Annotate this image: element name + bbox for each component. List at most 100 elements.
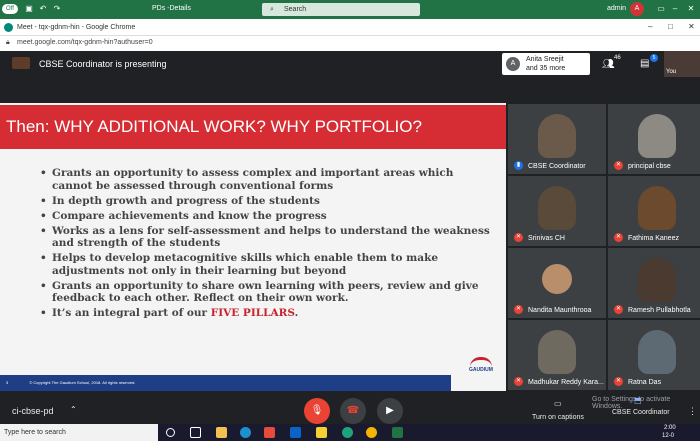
address-bar[interactable]: 🔒︎ meet.google.com/tqx-gdnm-hin?authuser… bbox=[0, 36, 700, 51]
autosave-toggle[interactable]: Off bbox=[2, 4, 18, 14]
mic-off-icon: ✕ bbox=[614, 233, 623, 242]
slide-bullets: Grants an opportunity to assess complex … bbox=[40, 167, 490, 322]
slide-footer: 3 © Copyright The Gaudium School, 2018. … bbox=[0, 375, 451, 391]
list-item: Grants an opportunity to assess complex … bbox=[40, 167, 490, 192]
five-pillars-highlight: FIVE PILLARS bbox=[210, 307, 295, 319]
chevron-up-icon[interactable]: ⌃ bbox=[70, 405, 77, 414]
url-text[interactable]: meet.google.com/tqx-gdnm-hin?authuser=0 bbox=[17, 39, 153, 46]
list-item: In depth growth and progress of the stud… bbox=[40, 195, 490, 208]
participant-name: Nandita Maunthrooa bbox=[528, 307, 592, 314]
list-item: Compare achievements and know the progre… bbox=[40, 210, 490, 223]
edge-icon[interactable] bbox=[240, 427, 251, 438]
windows-taskbar: Type here to search 2:00 12-0 bbox=[0, 424, 700, 441]
leave-call-button[interactable]: ☎︎ bbox=[340, 398, 366, 424]
file-explorer-icon[interactable] bbox=[216, 427, 227, 438]
activate-windows-watermark: Go to Settings to activate Windows. bbox=[592, 396, 671, 410]
chrome-title-bar: Meet - tqx-gdnm-hin - Google Chrome – □ … bbox=[0, 19, 700, 36]
participants-name: Anita Sreejit bbox=[526, 56, 564, 63]
slide-title: Then: WHY ADDITIONAL WORK? WHY PORTFOLIO… bbox=[0, 105, 506, 149]
list-item: Works as a lens for self-assessment and … bbox=[40, 225, 490, 250]
chat-badge: 5 bbox=[650, 54, 658, 62]
mic-off-icon: ✕ bbox=[614, 161, 623, 170]
sticky-notes-icon[interactable] bbox=[316, 427, 327, 438]
excel-icon[interactable] bbox=[392, 427, 403, 438]
participant-video bbox=[538, 330, 576, 374]
list-item: Grants an opportunity to share own learn… bbox=[40, 280, 490, 305]
meeting-code: ci-cbse-pd bbox=[12, 406, 54, 416]
list-item: It’s an integral part of our FIVE PILLAR… bbox=[40, 307, 490, 320]
taskbar-search-placeholder: Type here to search bbox=[4, 429, 66, 436]
search-icon: ⌕ bbox=[270, 6, 274, 13]
participant-tile[interactable]: ✕ Srinivas CH bbox=[508, 176, 606, 246]
lock-icon: 🔒︎ bbox=[6, 39, 10, 46]
minimize-icon[interactable]: – bbox=[670, 4, 680, 14]
speaking-icon: ▮ bbox=[514, 161, 523, 170]
maximize-icon[interactable]: □ bbox=[668, 22, 673, 31]
participant-name: Ramesh Pullabhotla bbox=[628, 307, 691, 314]
participant-video bbox=[638, 114, 676, 158]
participants-summary[interactable]: A Anita Sreejit and 35 more bbox=[502, 53, 590, 75]
participant-video bbox=[538, 114, 576, 158]
self-label: You bbox=[666, 69, 677, 75]
participant-tile[interactable]: ✕ Ratna Das bbox=[608, 320, 700, 390]
app-icon[interactable] bbox=[264, 427, 275, 438]
chat-icon[interactable]: ▤ bbox=[640, 58, 649, 69]
bullet-suffix: . bbox=[294, 307, 299, 319]
self-view: You bbox=[664, 51, 700, 77]
hang-up-icon: ☎︎ bbox=[346, 405, 360, 416]
participant-tile[interactable]: ✕ principal cbse bbox=[608, 104, 700, 174]
office-user-name[interactable]: admin bbox=[607, 5, 626, 12]
document-title[interactable]: PDs -Details bbox=[152, 5, 191, 12]
cortana-icon[interactable] bbox=[166, 428, 175, 437]
participant-tile[interactable]: ✕ Madhukar Reddy Kara... bbox=[508, 320, 606, 390]
mic-off-icon: ✕ bbox=[514, 233, 523, 242]
presenting-button[interactable]: CBSE Coordinator bbox=[612, 409, 670, 416]
participant-tile[interactable]: ▮ CBSE Coordinator bbox=[508, 104, 606, 174]
close-icon[interactable]: ✕ bbox=[688, 22, 695, 31]
school-logo: GAUDIUM bbox=[462, 357, 500, 389]
shared-slide: Then: WHY ADDITIONAL WORK? WHY PORTFOLIO… bbox=[0, 103, 506, 391]
edge-new-icon[interactable] bbox=[342, 427, 353, 438]
logo-text: GAUDIUM bbox=[469, 367, 493, 373]
clock-date[interactable]: 12-0 bbox=[662, 433, 674, 439]
more-options-icon[interactable]: ⋮ bbox=[688, 406, 697, 417]
captions-icon[interactable]: ▭ bbox=[554, 399, 562, 408]
participant-name: principal cbse bbox=[628, 163, 671, 170]
presenting-label: CBSE Coordinator is presenting bbox=[39, 59, 167, 69]
window-title: Meet - tqx-gdnm-hin - Google Chrome bbox=[17, 24, 136, 31]
participant-video bbox=[638, 186, 676, 230]
meet-stage: CBSE Coordinator is presenting A Anita S… bbox=[0, 51, 700, 396]
people-count: 46 bbox=[614, 55, 621, 61]
participant-tile[interactable]: ✕ Fathima Kaneez bbox=[608, 176, 700, 246]
taskbar-search-input[interactable]: Type here to search bbox=[0, 424, 158, 441]
avatar: A bbox=[506, 57, 520, 71]
participant-avatar bbox=[542, 264, 572, 294]
office-search-placeholder: Search bbox=[284, 6, 307, 13]
mic-toggle-button[interactable]: 🎙︎ bbox=[304, 398, 330, 424]
outlook-icon[interactable] bbox=[290, 427, 301, 438]
logo-arc-icon bbox=[470, 357, 492, 367]
clock-time[interactable]: 2:00 bbox=[664, 425, 676, 431]
ribbon-display-icon[interactable]: ▭ bbox=[656, 4, 666, 14]
participant-tile[interactable]: ✕ Nandita Maunthrooa bbox=[508, 248, 606, 318]
participant-tile[interactable]: ✕ Ramesh Pullabhotla bbox=[608, 248, 700, 318]
participant-name: CBSE Coordinator bbox=[528, 163, 586, 170]
save-icon[interactable]: ▣ bbox=[24, 4, 34, 14]
office-search-box[interactable]: ⌕ Search bbox=[262, 3, 420, 16]
camera-toggle-button[interactable]: ▶︎ bbox=[377, 398, 403, 424]
redo-icon[interactable]: ↷ bbox=[52, 4, 62, 14]
participant-video bbox=[538, 186, 576, 230]
participants-more: and 35 more bbox=[526, 65, 566, 72]
bullet-prefix: It’s an integral part of our bbox=[52, 307, 211, 319]
close-icon[interactable]: ✕ bbox=[686, 4, 696, 14]
captions-button[interactable]: Turn on captions bbox=[532, 414, 584, 421]
task-view-icon[interactable] bbox=[190, 427, 201, 438]
people-icon[interactable]: 👥︎ bbox=[602, 59, 615, 70]
minimize-icon[interactable]: – bbox=[648, 22, 652, 31]
copyright-text: © Copyright The Gaudium School, 2018. Al… bbox=[29, 380, 136, 385]
present-icon[interactable]: ⬒ bbox=[634, 396, 642, 405]
mic-off-icon: ✕ bbox=[614, 377, 623, 386]
undo-icon[interactable]: ↶ bbox=[38, 4, 48, 14]
avatar[interactable]: A bbox=[630, 2, 644, 16]
chrome-icon[interactable] bbox=[366, 427, 377, 438]
